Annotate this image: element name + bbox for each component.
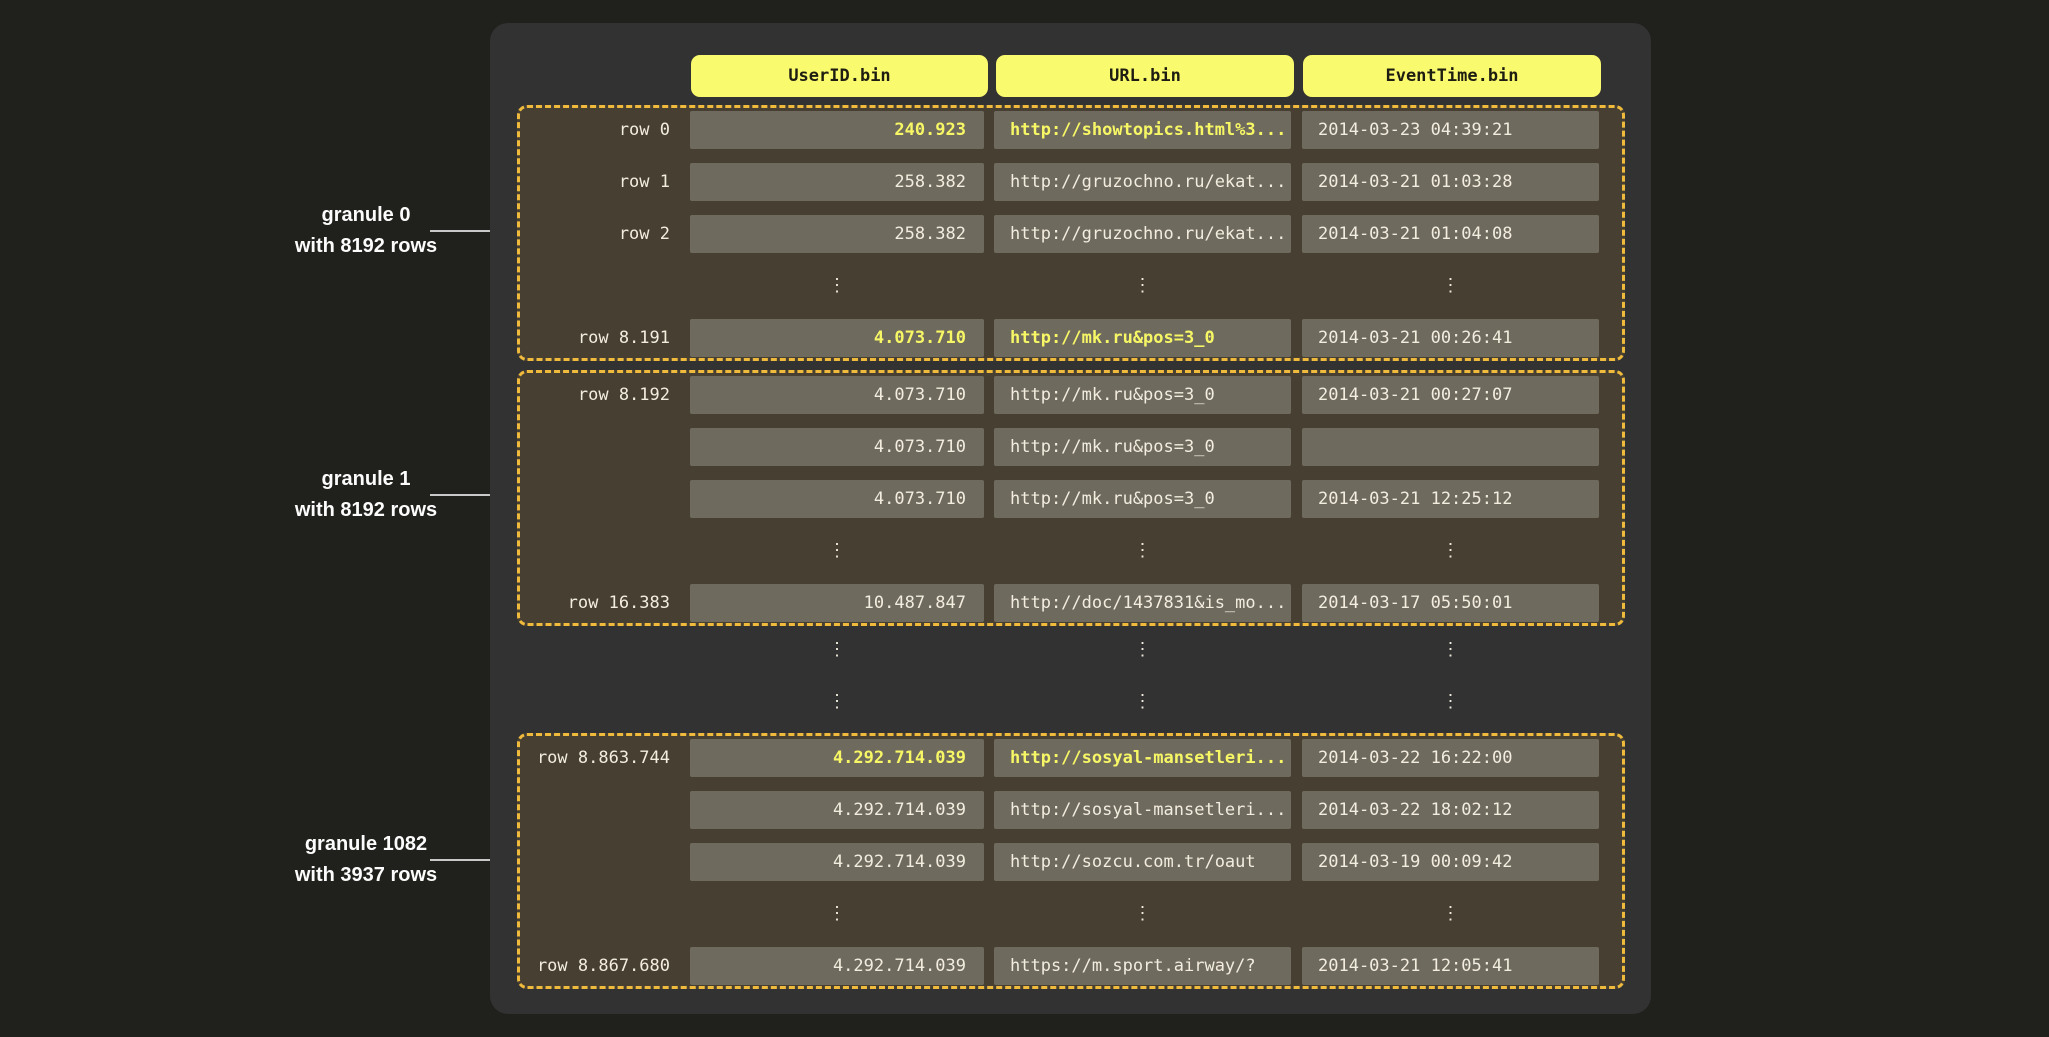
row-label: row 1 bbox=[520, 163, 670, 201]
row-label: row 8.191 bbox=[520, 319, 670, 357]
granule-box-0: row 0 240.923 http://showtopics.html%3... 2… bbox=[517, 105, 1625, 361]
arrow-line bbox=[430, 230, 498, 232]
ellipsis-row: ⋮ ⋮ ⋮ bbox=[520, 267, 1622, 305]
userid-cell: 4.292.714.039 bbox=[690, 791, 984, 829]
vertical-ellipsis: ⋮ bbox=[690, 895, 984, 933]
row-label bbox=[520, 791, 670, 829]
userid-cell: 258.382 bbox=[690, 163, 984, 201]
userid-cell: 4.292.714.039 bbox=[690, 947, 984, 985]
row-label: row 16.383 bbox=[520, 584, 670, 622]
userid-cell: 4.292.714.039 bbox=[690, 739, 984, 777]
table-row: 4.292.714.039 http://sosyal-mansetleri...… bbox=[520, 791, 1622, 829]
table-row: row 1 258.382 http://gruzochno.ru/ekat... 2… bbox=[520, 163, 1622, 201]
arrow-line bbox=[430, 494, 498, 496]
url-cell: http://sosyal-mansetleri... bbox=[994, 791, 1291, 829]
eventtime-cell: 2014-03-19 00:09:42 bbox=[1302, 843, 1599, 881]
granule-name: granule 1 bbox=[251, 464, 481, 495]
eventtime-cell: 2014-03-21 00:27:07 bbox=[1302, 376, 1599, 414]
table-row: 4.073.710 http://mk.ru&pos=3_0 bbox=[520, 428, 1622, 466]
eventtime-cell: 2014-03-22 16:22:00 bbox=[1302, 739, 1599, 777]
url-cell: http://mk.ru&pos=3_0 bbox=[994, 319, 1291, 357]
vertical-ellipsis: ⋮ bbox=[690, 267, 984, 305]
table-row: row 2 258.382 http://gruzochno.ru/ekat... 2… bbox=[520, 215, 1622, 253]
table-row: row 0 240.923 http://showtopics.html%3... 2… bbox=[520, 111, 1622, 149]
url-cell: http://gruzochno.ru/ekat... bbox=[994, 215, 1291, 253]
url-cell: http://showtopics.html%3... bbox=[994, 111, 1291, 149]
url-cell: http://gruzochno.ru/ekat... bbox=[994, 163, 1291, 201]
ellipsis-row: ⋮ ⋮ ⋮ bbox=[520, 895, 1622, 933]
vertical-ellipsis: ⋮ bbox=[690, 683, 984, 721]
eventtime-cell: 2014-03-21 00:26:41 bbox=[1302, 319, 1599, 357]
eventtime-cell: 2014-03-22 18:02:12 bbox=[1302, 791, 1599, 829]
vertical-ellipsis: ⋮ bbox=[1302, 267, 1599, 305]
userid-cell: 4.073.710 bbox=[690, 319, 984, 357]
userid-cell: 258.382 bbox=[690, 215, 984, 253]
url-cell: http://sosyal-mansetleri... bbox=[994, 739, 1291, 777]
vertical-ellipsis: ⋮ bbox=[994, 267, 1291, 305]
granule-name: granule 0 bbox=[251, 200, 481, 231]
vertical-ellipsis: ⋮ bbox=[994, 631, 1291, 669]
url-cell: http://doc/1437831&is_mo... bbox=[994, 584, 1291, 622]
table-row: row 8.191 4.073.710 http://mk.ru&pos=3_0 20… bbox=[520, 319, 1622, 357]
ellipsis-row: ⋮ ⋮ ⋮ bbox=[520, 532, 1622, 570]
userid-cell: 4.073.710 bbox=[690, 376, 984, 414]
granule-box-1: row 8.192 4.073.710 http://mk.ru&pos=3_0 20… bbox=[517, 370, 1625, 626]
url-cell: http://mk.ru&pos=3_0 bbox=[994, 480, 1291, 518]
vertical-ellipsis: ⋮ bbox=[1302, 683, 1599, 721]
userid-cell: 4.073.710 bbox=[690, 480, 984, 518]
granule-row-count: with 3937 rows bbox=[251, 860, 481, 891]
eventtime-cell: 2014-03-17 05:50:01 bbox=[1302, 584, 1599, 622]
userid-cell: 4.073.710 bbox=[690, 428, 984, 466]
eventtime-cell: 2014-03-21 01:03:28 bbox=[1302, 163, 1599, 201]
table-row: row 16.383 10.487.847 http://doc/1437831&i… bbox=[520, 584, 1622, 622]
diagram-panel: UserID.bin URL.bin EventTime.bin row 0 24… bbox=[490, 23, 1651, 1014]
row-label: row 8.863.744 bbox=[520, 739, 670, 777]
eventtime-cell bbox=[1302, 428, 1599, 466]
table-row: row 8.863.744 4.292.714.039 http://sosyal-… bbox=[520, 739, 1622, 777]
table-row: 4.292.714.039 http://sozcu.com.tr/oaut 201… bbox=[520, 843, 1622, 881]
row-label: row 0 bbox=[520, 111, 670, 149]
vertical-ellipsis: ⋮ bbox=[1302, 532, 1599, 570]
row-label: row 8.867.680 bbox=[520, 947, 670, 985]
eventtime-cell: 2014-03-21 12:05:41 bbox=[1302, 947, 1599, 985]
row-label bbox=[520, 843, 670, 881]
url-cell: https://m.sport.airway/? bbox=[994, 947, 1291, 985]
eventtime-cell: 2014-03-21 01:04:08 bbox=[1302, 215, 1599, 253]
eventtime-cell: 2014-03-23 04:39:21 bbox=[1302, 111, 1599, 149]
vertical-ellipsis: ⋮ bbox=[690, 631, 984, 669]
ellipsis-row: ⋮ ⋮ ⋮ bbox=[520, 683, 1628, 721]
url-cell: http://mk.ru&pos=3_0 bbox=[994, 428, 1291, 466]
row-label: row 2 bbox=[520, 215, 670, 253]
vertical-ellipsis: ⋮ bbox=[994, 532, 1291, 570]
granule-row-count: with 8192 rows bbox=[251, 231, 481, 262]
vertical-ellipsis: ⋮ bbox=[994, 683, 1291, 721]
column-header-userid: UserID.bin bbox=[691, 55, 988, 97]
vertical-ellipsis: ⋮ bbox=[690, 532, 984, 570]
table-row: row 8.192 4.073.710 http://mk.ru&pos=3_0 20… bbox=[520, 376, 1622, 414]
arrow-line bbox=[430, 859, 498, 861]
table-row: row 8.867.680 4.292.714.039 https://m.spor… bbox=[520, 947, 1622, 985]
granule-row-count: with 8192 rows bbox=[251, 495, 481, 526]
granule-box-1082: row 8.863.744 4.292.714.039 http://sosyal-… bbox=[517, 733, 1625, 989]
eventtime-cell: 2014-03-21 12:25:12 bbox=[1302, 480, 1599, 518]
column-header-eventtime: EventTime.bin bbox=[1303, 55, 1601, 97]
page-background: { "headers": ["UserID.bin", "URL.bin", "… bbox=[0, 0, 2049, 1037]
row-label: row 8.192 bbox=[520, 376, 670, 414]
row-label bbox=[520, 428, 670, 466]
url-cell: http://sozcu.com.tr/oaut bbox=[994, 843, 1291, 881]
table-row: 4.073.710 http://mk.ru&pos=3_0 2014-03-21 … bbox=[520, 480, 1622, 518]
vertical-ellipsis: ⋮ bbox=[1302, 631, 1599, 669]
ellipsis-row: ⋮ ⋮ ⋮ bbox=[520, 631, 1628, 669]
url-cell: http://mk.ru&pos=3_0 bbox=[994, 376, 1291, 414]
granule-name: granule 1082 bbox=[251, 829, 481, 860]
userid-cell: 240.923 bbox=[690, 111, 984, 149]
column-header-url: URL.bin bbox=[996, 55, 1294, 97]
vertical-ellipsis: ⋮ bbox=[1302, 895, 1599, 933]
userid-cell: 4.292.714.039 bbox=[690, 843, 984, 881]
row-label bbox=[520, 480, 670, 518]
vertical-ellipsis: ⋮ bbox=[994, 895, 1291, 933]
userid-cell: 10.487.847 bbox=[690, 584, 984, 622]
